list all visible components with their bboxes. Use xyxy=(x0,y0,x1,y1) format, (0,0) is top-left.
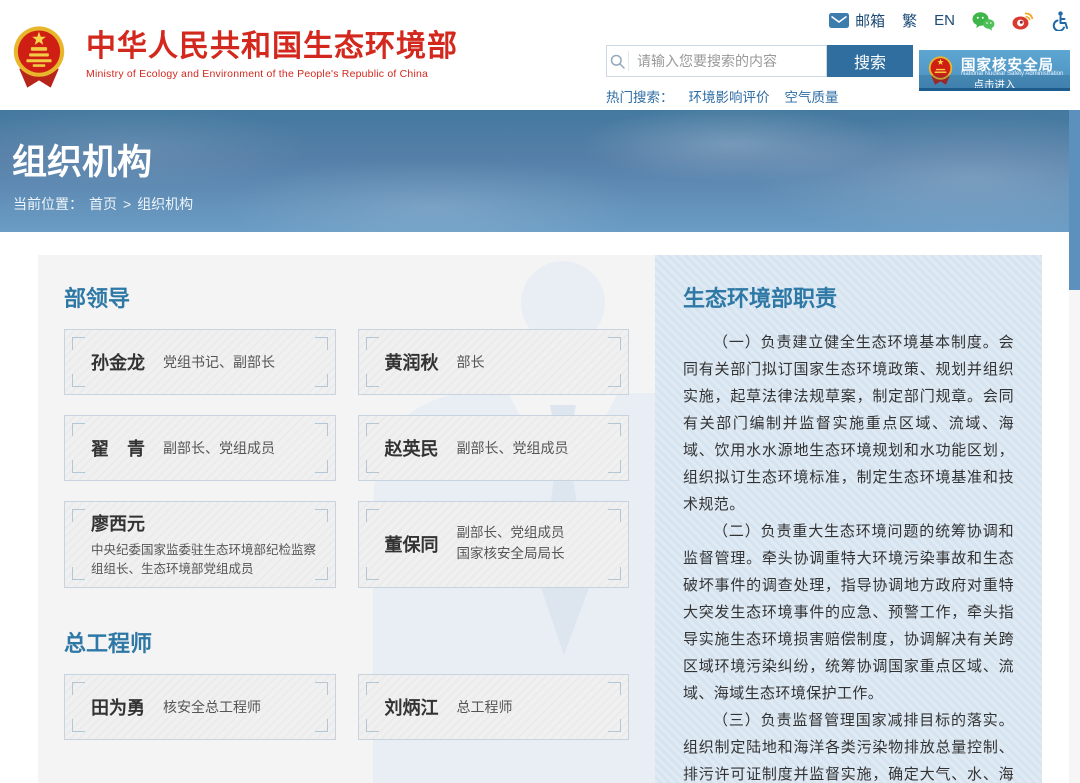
hot-search-link-air[interactable]: 空气质量 xyxy=(785,86,839,106)
leaders-heading: 部领导 xyxy=(64,281,629,313)
nnsa-enter-label: 点击进入 xyxy=(974,79,1016,91)
leader-role-secondary: 国家核安全局局长 xyxy=(457,544,565,565)
leader-card-huangrunqiu[interactable]: 黄润秋 部长 xyxy=(358,329,630,395)
leader-role: 副部长、党组成员 xyxy=(457,523,565,544)
page-title: 组织机构 xyxy=(12,134,152,185)
site-subtitle: Ministry of Ecology and Environment of t… xyxy=(86,68,458,80)
weibo-icon[interactable] xyxy=(1012,11,1034,30)
search-icon-wrap xyxy=(607,51,629,71)
search-button[interactable]: 搜索 xyxy=(827,45,913,77)
hot-search-label: 热门搜索： xyxy=(606,86,674,106)
brand-text: 中华人民共和国生态环境部 Ministry of Ecology and Env… xyxy=(86,30,458,80)
engineer-card-tianweiyong[interactable]: 田为勇 核安全总工程师 xyxy=(64,674,336,740)
english-link[interactable]: EN xyxy=(934,12,955,29)
duties-heading: 生态环境部职责 xyxy=(683,281,1014,313)
mail-link[interactable]: 邮箱 xyxy=(829,10,885,31)
engineer-role: 总工程师 xyxy=(457,697,513,717)
leadership-panel: 部领导 孙金龙 党组书记、副部长 黄润秋 部长 翟 青 副部长、党组成员 xyxy=(38,255,655,783)
traditional-chinese-link[interactable]: 繁 xyxy=(902,10,917,31)
engineer-name: 刘炳江 xyxy=(385,694,439,720)
national-emblem-icon xyxy=(12,22,66,92)
brand[interactable]: 中华人民共和国生态环境部 Ministry of Ecology and Env… xyxy=(12,22,458,92)
leader-name: 翟 青 xyxy=(91,435,145,461)
site-header: 邮箱 繁 EN xyxy=(0,0,1080,110)
leader-role: 副部长、党组成员 xyxy=(457,438,569,458)
leader-role: 副部长、党组成员 xyxy=(163,438,275,458)
leader-card-zhaiqing[interactable]: 翟 青 副部长、党组成员 xyxy=(64,415,336,481)
mail-icon xyxy=(829,13,849,28)
leader-card-zhaoyingmin[interactable]: 赵英民 副部长、党组成员 xyxy=(358,415,630,481)
duties-paragraph-3: （三）负责监督管理国家减排目标的落实。组织制定陆地和海洋各类污染物排放总量控制、… xyxy=(683,707,1014,783)
hot-search-link-eia[interactable]: 环境影响评价 xyxy=(689,86,770,106)
page: 邮箱 繁 EN xyxy=(0,0,1080,783)
engineers-grid: 田为勇 核安全总工程师 刘炳江 总工程师 xyxy=(64,674,629,740)
leader-name: 黄润秋 xyxy=(385,349,439,375)
nnsa-entry-badge[interactable]: 国家核安全局 National Nuclear Safety Administr… xyxy=(919,50,1070,91)
leaders-grid: 孙金龙 党组书记、副部长 黄润秋 部长 翟 青 副部长、党组成员 赵英民 副部长… xyxy=(64,329,629,588)
duties-sidebar: 生态环境部职责 （一）负责建立健全生态环境基本制度。会同有关部门拟订国家生态环境… xyxy=(655,255,1042,783)
hot-search-row: 热门搜索： 环境影响评价 空气质量 xyxy=(606,86,916,106)
leader-role: 中央纪委国家监委驻生态环境部纪检监察组组长、生态环境部党组成员 xyxy=(91,541,321,579)
nnsa-enter-strip: 点击进入 xyxy=(919,75,1070,88)
leader-name: 赵英民 xyxy=(385,435,439,461)
topbar: 邮箱 繁 EN xyxy=(829,10,1068,31)
leader-name: 廖西元 xyxy=(91,510,145,536)
breadcrumb: 当前位置： 首页 > 组织机构 xyxy=(13,194,193,214)
search-input[interactable] xyxy=(629,47,826,75)
leader-role: 部长 xyxy=(457,352,485,372)
leader-name: 孙金龙 xyxy=(91,349,145,375)
breadcrumb-separator: > xyxy=(123,196,131,212)
search-icon xyxy=(610,54,625,69)
page-banner: 组织机构 当前位置： 首页 > 组织机构 xyxy=(0,110,1080,232)
accessibility-icon[interactable] xyxy=(1051,11,1068,31)
engineers-heading: 总工程师 xyxy=(64,626,629,658)
engineer-role: 核安全总工程师 xyxy=(163,697,261,717)
mail-label: 邮箱 xyxy=(855,10,885,31)
leader-role-stack: 副部长、党组成员 国家核安全局局长 xyxy=(457,523,565,565)
leader-card-liaoxiyuan[interactable]: 廖西元 中央纪委国家监委驻生态环境部纪检监察组组长、生态环境部党组成员 xyxy=(64,501,336,588)
scrollbar-thumb[interactable] xyxy=(1069,110,1080,290)
breadcrumb-label: 当前位置： xyxy=(13,194,83,214)
search-row: 搜索 xyxy=(606,45,916,77)
leader-name: 董保同 xyxy=(385,531,439,557)
leader-role: 党组书记、副部长 xyxy=(163,352,275,372)
engineer-card-liubingjiang[interactable]: 刘炳江 总工程师 xyxy=(358,674,630,740)
leader-card-dongbaotong[interactable]: 董保同 副部长、党组成员 国家核安全局局长 xyxy=(358,501,630,588)
duties-paragraph-2: （二）负责重大生态环境问题的统筹协调和监督管理。牵头协调重特大环境污染事故和生态… xyxy=(683,518,1014,707)
wechat-icon[interactable] xyxy=(972,11,995,31)
leader-card-sunjinlong[interactable]: 孙金龙 党组书记、副部长 xyxy=(64,329,336,395)
engineer-name: 田为勇 xyxy=(91,694,145,720)
search-box xyxy=(606,45,827,77)
site-title: 中华人民共和国生态环境部 xyxy=(86,30,458,63)
breadcrumb-current: 组织机构 xyxy=(137,194,193,214)
breadcrumb-home-link[interactable]: 首页 xyxy=(89,194,117,214)
search-area: 搜索 热门搜索： 环境影响评价 空气质量 xyxy=(606,45,916,106)
duties-paragraph-1: （一）负责建立健全生态环境基本制度。会同有关部门拟订国家生态环境政策、规划并组织… xyxy=(683,329,1014,518)
scrollbar-track[interactable] xyxy=(1069,110,1080,783)
main-content: 部领导 孙金龙 党组书记、副部长 黄润秋 部长 翟 青 副部长、党组成员 xyxy=(38,255,1042,783)
